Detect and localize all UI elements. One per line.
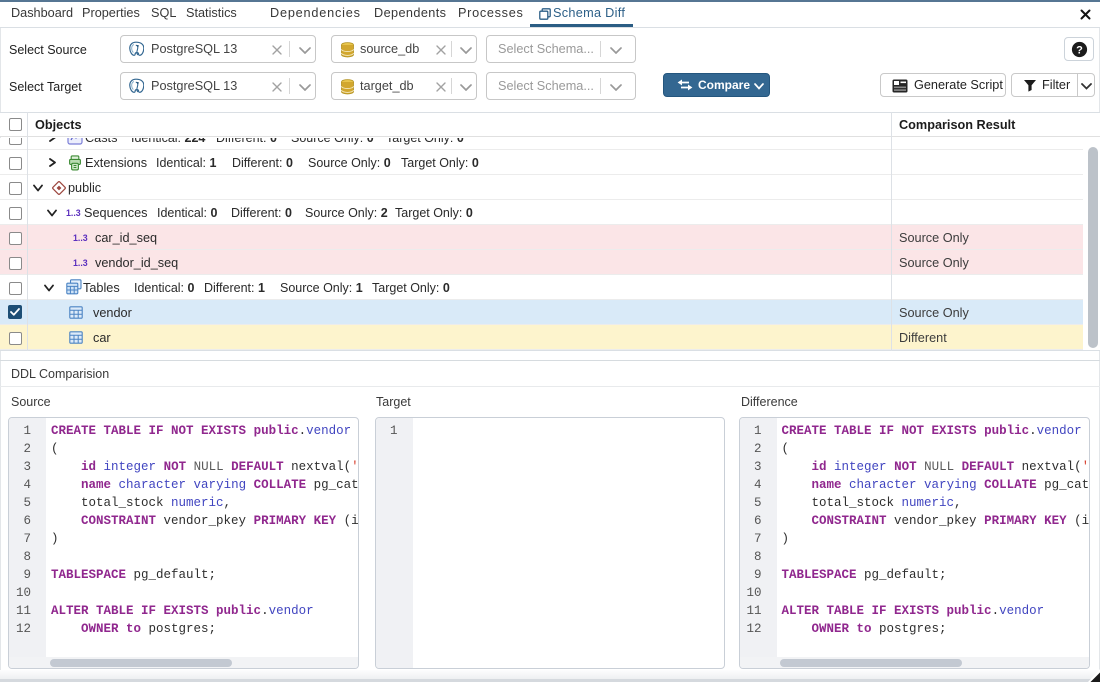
svg-text:?: ? [1076, 44, 1083, 56]
